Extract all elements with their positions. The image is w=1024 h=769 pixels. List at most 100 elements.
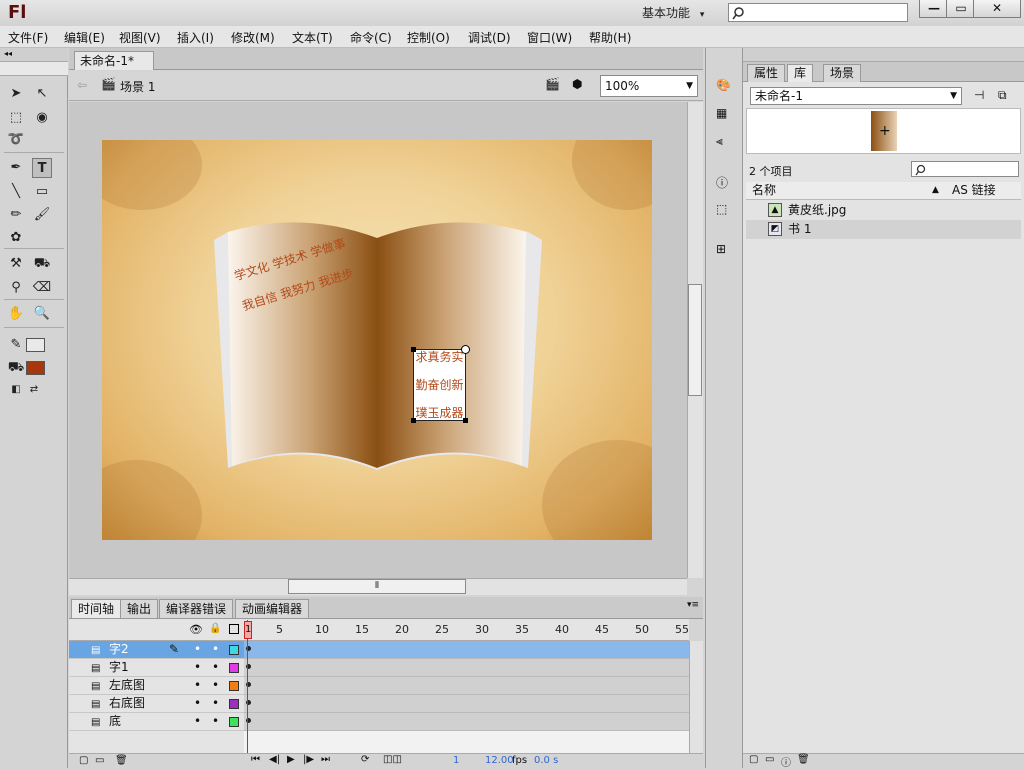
delete-layer-icon[interactable]: 🗑 bbox=[115, 755, 128, 766]
menu-window[interactable]: 窗口(W) bbox=[527, 29, 572, 46]
align-panel-icon[interactable]: ⫷ bbox=[716, 134, 723, 149]
lasso-tool-icon[interactable]: ➰ bbox=[6, 130, 26, 150]
tab-compiler-errors[interactable]: 编译器错误 bbox=[159, 599, 234, 618]
go-to-first-frame-icon[interactable]: ⏮ bbox=[251, 754, 260, 765]
frame-row[interactable] bbox=[244, 713, 689, 731]
menu-insert[interactable]: 插入(I) bbox=[177, 29, 214, 46]
sort-icon[interactable]: ▲ bbox=[932, 182, 939, 199]
pencil-tool-icon[interactable]: ✏ bbox=[6, 205, 26, 225]
frame-row[interactable] bbox=[244, 677, 689, 695]
lock-dot[interactable]: • bbox=[212, 641, 219, 658]
tab-properties[interactable]: 属性 bbox=[747, 64, 786, 82]
tools-panel-grip[interactable]: ◂◂ bbox=[0, 48, 68, 62]
stage-horizontal-scroll-thumb[interactable]: ⦀ bbox=[288, 579, 466, 594]
layer-color-box[interactable] bbox=[229, 663, 239, 673]
edit-scene-icon[interactable]: 🎬 bbox=[545, 77, 560, 91]
swatches-panel-icon[interactable]: ▦ bbox=[716, 106, 727, 120]
resize-handle[interactable] bbox=[411, 418, 416, 423]
restore-button[interactable]: ▭ bbox=[946, 0, 976, 18]
resize-handle[interactable] bbox=[463, 418, 468, 423]
visibility-dot[interactable]: • bbox=[194, 677, 201, 694]
scene-breadcrumb[interactable]: 场景 1 bbox=[120, 78, 155, 95]
lock-dot[interactable]: • bbox=[212, 695, 219, 712]
zoom-select[interactable]: 100% ▼ bbox=[600, 75, 698, 97]
transform-panel-icon[interactable]: ⬚ bbox=[716, 202, 727, 216]
frame-row[interactable] bbox=[244, 659, 689, 677]
document-tab[interactable]: 未命名-1* × bbox=[74, 51, 154, 86]
menu-edit[interactable]: 编辑(E) bbox=[64, 29, 105, 46]
lock-dot[interactable]: • bbox=[212, 713, 219, 730]
minimize-button[interactable]: — bbox=[919, 0, 949, 18]
menu-debug[interactable]: 调试(D) bbox=[468, 29, 511, 46]
tab-output[interactable]: 输出 bbox=[120, 599, 159, 618]
visibility-dot[interactable]: • bbox=[194, 659, 201, 676]
step-back-icon[interactable]: ◀| bbox=[269, 754, 280, 765]
selection-tool-icon[interactable]: ➤ bbox=[6, 84, 26, 104]
visibility-dot[interactable]: • bbox=[194, 695, 201, 712]
text-tool-icon[interactable]: T bbox=[32, 158, 52, 178]
pen-tool-icon[interactable]: ✒ bbox=[6, 158, 26, 178]
close-button[interactable]: ✕ bbox=[973, 0, 1021, 18]
playhead[interactable]: 1 bbox=[244, 621, 252, 639]
selected-text-box[interactable]: 求真务实 勤奋创新 璞玉成器 bbox=[411, 345, 470, 423]
black-white-icon[interactable]: ◧ bbox=[6, 380, 26, 400]
new-library-panel-icon[interactable]: ⧉ bbox=[998, 88, 1007, 103]
brush-tool-icon[interactable]: 🖌 bbox=[32, 205, 52, 225]
step-forward-icon[interactable]: |▶ bbox=[303, 754, 314, 765]
menu-view[interactable]: 视图(V) bbox=[119, 29, 161, 46]
menu-commands[interactable]: 命令(C) bbox=[350, 29, 392, 46]
help-search-input[interactable] bbox=[728, 3, 908, 22]
menu-modify[interactable]: 修改(M) bbox=[231, 29, 275, 46]
layer-color-box[interactable] bbox=[229, 681, 239, 691]
column-linkage[interactable]: AS 链接 bbox=[952, 182, 996, 199]
layer-row[interactable]: ▤ 字1 • • bbox=[69, 659, 244, 677]
current-frame[interactable]: 1 bbox=[453, 755, 459, 766]
frame-rate[interactable]: 12.00 bbox=[485, 755, 514, 766]
free-transform-tool-icon[interactable]: ⬚ bbox=[6, 108, 26, 128]
frame-row[interactable] bbox=[244, 695, 689, 713]
line-tool-icon[interactable]: ╲ bbox=[6, 182, 26, 202]
zoom-tool-icon[interactable]: 🔍 bbox=[32, 304, 52, 324]
frames-grid[interactable] bbox=[244, 641, 689, 753]
timeline-vertical-scrollbar[interactable] bbox=[689, 641, 703, 753]
panel-menu-icon[interactable]: ▾≡ bbox=[687, 600, 699, 610]
hand-tool-icon[interactable]: ✋ bbox=[6, 304, 26, 324]
lock-dot[interactable]: • bbox=[212, 659, 219, 676]
layer-row[interactable]: ▤ 底 • • bbox=[69, 713, 244, 731]
rectangle-tool-icon[interactable]: ▭ bbox=[32, 182, 52, 202]
frame-row[interactable] bbox=[244, 641, 689, 659]
info-panel-icon[interactable]: ⓘ bbox=[716, 174, 728, 191]
back-arrow-icon[interactable]: ⇦ bbox=[77, 78, 87, 92]
deco-tool-icon[interactable]: ✿ bbox=[6, 228, 26, 248]
play-icon[interactable]: ▶ bbox=[287, 754, 295, 765]
visibility-dot[interactable]: • bbox=[194, 641, 201, 658]
bone-tool-icon[interactable]: ⚒ bbox=[6, 254, 26, 274]
delete-icon[interactable]: 🗑 bbox=[797, 754, 810, 765]
new-folder-icon[interactable]: ▭ bbox=[95, 755, 104, 766]
loop-icon[interactable]: ⟳ bbox=[361, 754, 369, 765]
components-panel-icon[interactable]: ⊞ bbox=[716, 242, 726, 256]
edit-symbols-icon[interactable]: ⬢ bbox=[572, 77, 582, 91]
layer-color-box[interactable] bbox=[229, 699, 239, 709]
subselection-tool-icon[interactable]: ↖ bbox=[32, 84, 52, 104]
color-panel-icon[interactable]: 🎨 bbox=[716, 78, 731, 92]
menu-text[interactable]: 文本(T) bbox=[292, 29, 333, 46]
rotate-handle[interactable] bbox=[461, 345, 470, 354]
tab-motion-editor[interactable]: 动画编辑器 bbox=[235, 599, 310, 618]
stage[interactable]: 学文化 学技术 学做事 我自信 我努力 我进步 求真务实 勤奋创新 璞玉成器 bbox=[102, 140, 652, 540]
right-panel-grip[interactable] bbox=[743, 48, 1024, 62]
layer-row[interactable]: ▤ 左底图 • • bbox=[69, 677, 244, 695]
layer-color-box[interactable] bbox=[229, 717, 239, 727]
lock-icon[interactable]: 🔒 bbox=[209, 623, 221, 634]
column-name[interactable]: 名称 bbox=[752, 182, 776, 199]
workspace-switcher[interactable]: 基本功能 ▾ bbox=[634, 4, 712, 22]
lock-dot[interactable]: • bbox=[212, 677, 219, 694]
library-document-select[interactable]: 未命名-1 ▼ bbox=[750, 87, 962, 105]
tab-library[interactable]: 库 bbox=[787, 64, 814, 82]
stroke-color-swatch[interactable] bbox=[26, 338, 45, 352]
pin-library-icon[interactable]: ⊣ bbox=[974, 88, 984, 102]
fill-color-swatch[interactable] bbox=[26, 361, 45, 375]
menu-help[interactable]: 帮助(H) bbox=[589, 29, 631, 46]
stage-vertical-scroll-thumb[interactable] bbox=[688, 284, 702, 396]
tab-scene[interactable]: 场景 bbox=[823, 64, 862, 82]
